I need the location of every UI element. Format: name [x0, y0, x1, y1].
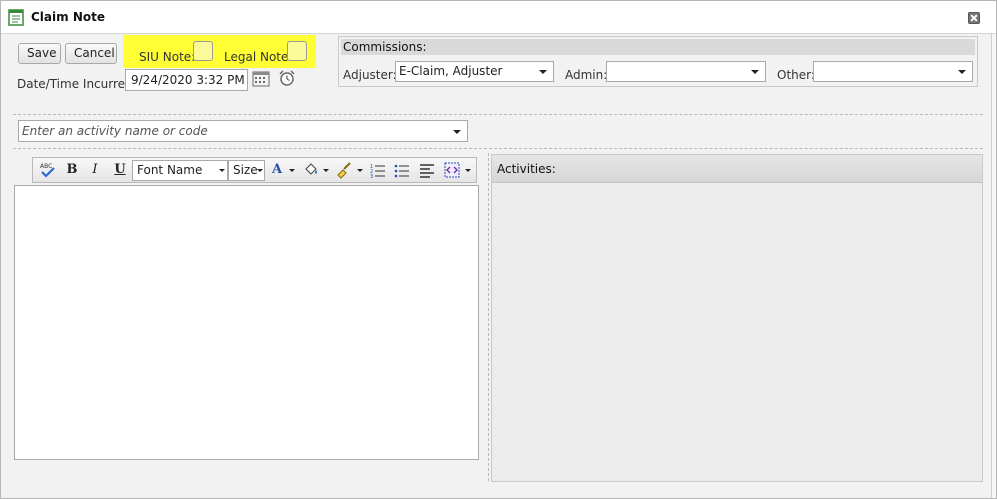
- note-flags-highlight: SIU Note: Legal Note:: [123, 35, 316, 68]
- date-time-incurred-label: Date/Time Incurred:: [17, 77, 137, 91]
- window-scroll-edge: [991, 34, 996, 498]
- chevron-down-icon: [539, 70, 547, 74]
- chevron-down-icon: [219, 169, 225, 172]
- spellcheck-icon[interactable]: ABC: [39, 161, 57, 179]
- pane-splitter[interactable]: [488, 153, 489, 481]
- legal-note-label: Legal Note:: [224, 50, 293, 64]
- svg-text:3: 3: [370, 174, 373, 179]
- activities-header: Activities:: [492, 155, 982, 183]
- commissions-panel: Commissions: Adjuster: E-Claim, Adjuster…: [338, 36, 978, 87]
- activity-select[interactable]: Enter an activity name or code: [18, 120, 468, 142]
- chevron-down-icon: [751, 70, 759, 74]
- commissions-header: Commissions:: [341, 39, 975, 55]
- html-view-icon[interactable]: [443, 161, 461, 179]
- chevron-down-icon: [453, 130, 461, 134]
- admin-label: Admin:: [565, 68, 608, 82]
- cancel-button[interactable]: Cancel: [65, 43, 117, 64]
- activities-panel: Activities:: [491, 154, 983, 482]
- chevron-down-icon: [257, 169, 263, 172]
- chevron-down-icon[interactable]: [357, 169, 363, 172]
- save-button[interactable]: Save: [18, 43, 61, 64]
- adjuster-label: Adjuster:: [343, 68, 397, 82]
- format-cleaner-icon[interactable]: [335, 161, 353, 179]
- alarm-clock-icon[interactable]: [278, 69, 296, 90]
- numbered-list-icon[interactable]: 1 2 3: [369, 161, 387, 180]
- chevron-down-icon[interactable]: [289, 169, 295, 172]
- chevron-down-icon: [958, 70, 966, 74]
- font-color-icon[interactable]: A: [269, 161, 285, 179]
- calendar-icon[interactable]: [252, 71, 270, 90]
- chevron-down-icon[interactable]: [465, 169, 471, 172]
- italic-button[interactable]: I: [88, 161, 102, 179]
- date-time-incurred-input[interactable]: 9/24/2020 3:32 PM: [125, 69, 248, 91]
- font-name-select[interactable]: Font Name: [132, 160, 228, 181]
- align-left-icon[interactable]: [418, 161, 436, 179]
- other-label: Other:: [777, 68, 815, 82]
- background-color-icon[interactable]: [302, 161, 320, 179]
- note-icon: [8, 9, 24, 29]
- claim-note-window: Claim Note Save Cancel SIU Note: Legal N…: [0, 0, 997, 499]
- chevron-down-icon[interactable]: [323, 169, 329, 172]
- title-bar: Claim Note: [1, 1, 996, 34]
- close-icon[interactable]: [968, 12, 980, 24]
- note-editor-area[interactable]: [14, 185, 479, 460]
- bold-button[interactable]: B: [65, 161, 79, 179]
- svg-text:ABC: ABC: [40, 163, 52, 170]
- editor-toolbar: ABC B I U Font Name Size A 1 2 3: [32, 157, 477, 183]
- adjuster-value: E-Claim, Adjuster: [399, 64, 503, 78]
- window-title: Claim Note: [31, 10, 105, 24]
- font-name-value: Font Name: [137, 163, 203, 177]
- other-select[interactable]: [813, 61, 973, 82]
- font-size-select[interactable]: Size: [228, 160, 265, 181]
- section-divider: [13, 148, 983, 149]
- siu-note-label: SIU Note:: [139, 50, 196, 64]
- section-divider: [13, 114, 983, 115]
- adjuster-select[interactable]: E-Claim, Adjuster: [395, 61, 554, 82]
- underline-button[interactable]: U: [113, 161, 127, 179]
- font-size-value: Size: [233, 163, 258, 177]
- admin-select[interactable]: [606, 61, 766, 82]
- activity-select-placeholder: Enter an activity name or code: [22, 124, 208, 138]
- bullet-list-icon[interactable]: [393, 161, 411, 179]
- legal-note-checkbox[interactable]: [287, 41, 307, 61]
- siu-note-checkbox[interactable]: [193, 41, 213, 61]
